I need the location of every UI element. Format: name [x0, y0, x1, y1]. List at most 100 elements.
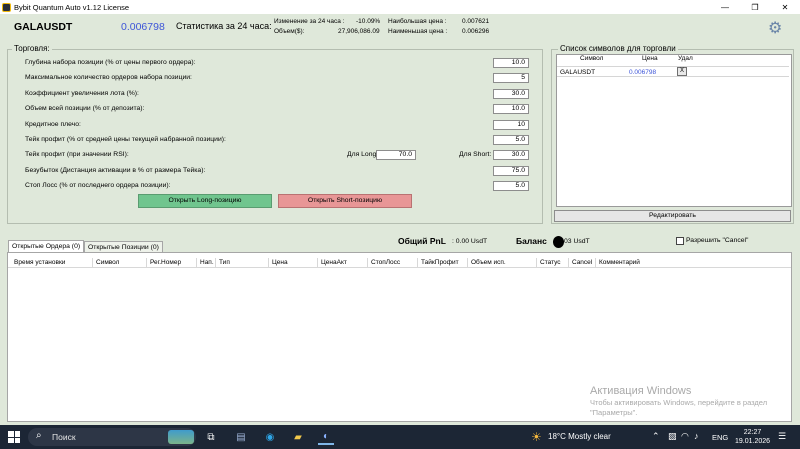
open-short-button[interactable]: Открыть Short-позицию [278, 194, 412, 208]
stop-loss-input[interactable]: 5.0 [493, 181, 529, 191]
col-stop-loss[interactable]: СтопЛосс [368, 258, 418, 268]
change-value: -10.09% [356, 18, 381, 25]
delete-symbol-button[interactable]: X [677, 67, 687, 76]
max-orders-input[interactable]: 5 [493, 73, 529, 83]
col-type[interactable]: Тип [216, 258, 269, 268]
clock-date: 19.01.2026 [735, 438, 771, 445]
rsi-short-label: Для Short: [459, 151, 492, 158]
param-label-volume: Объем всей позиции (% от депозита): [25, 105, 145, 112]
window-title: Bybit Quantum Auto v1.12 License [14, 2, 130, 12]
col-cancel[interactable]: Cancel [569, 258, 596, 268]
symbols-table-content: Символ Цена Удал GALAUSDT 0.006798 [556, 54, 792, 207]
temperature: 18°C [548, 432, 566, 441]
volume-value: 27,906,086.09 [338, 28, 380, 35]
tab-open-orders[interactable]: Открытые Ордера (0) [8, 240, 85, 252]
edit-button[interactable]: Редактировать [554, 210, 791, 222]
high-label: Наибольшая цена : [388, 18, 447, 25]
search-icon: ⌕ [36, 430, 42, 441]
param-label-lot-coef: Коэффициент увеличения лота (%): [25, 90, 139, 97]
volume-label: Объем($): [274, 28, 305, 35]
gear-icon[interactable]: ⚙ [768, 18, 782, 38]
pnl-label: Общий PnL [398, 236, 446, 246]
col-symbol[interactable]: Символ [93, 258, 147, 268]
symbols-title: Список символов для торговли [558, 44, 678, 53]
high-value: 0.007621 [462, 18, 490, 25]
depth-input[interactable]: 10.0 [493, 58, 529, 68]
balance-value: 03 UsdT [564, 238, 590, 245]
trading-title: Торговля: [12, 44, 52, 53]
allow-cancel-checkbox[interactable] [676, 237, 684, 245]
weather-condition: Mostly clear [568, 432, 611, 441]
windows-start-icon[interactable] [8, 431, 20, 443]
col-filled-volume[interactable]: Объем исп. [468, 258, 537, 268]
param-label-rsi: Тейк профит (при значении RSI): [25, 151, 129, 158]
rsi-long-input[interactable]: 70.0 [376, 150, 416, 160]
title-bar: Bybit Quantum Auto v1.12 License — ❐ ✕ [0, 0, 800, 14]
bybit-app-icon[interactable]: ◐ [318, 429, 334, 445]
open-long-button[interactable]: Открыть Long-позицию [138, 194, 272, 208]
taskbar-search[interactable]: ⌕ Поиск [28, 428, 196, 446]
col-price: Цена [642, 55, 658, 62]
param-label-take-profit: Тейк профит (% от средней цены текущей н… [25, 136, 226, 143]
breakeven-input[interactable]: 75.0 [493, 166, 529, 176]
col-time[interactable]: Время установки [11, 258, 93, 268]
take-profit-input[interactable]: 5.0 [493, 135, 529, 145]
change-label: Изменение за 24 часа : [274, 18, 345, 25]
row-symbol: GALAUSDT [560, 69, 596, 76]
col-direction[interactable]: Нап. [197, 258, 216, 268]
col-trigger-price[interactable]: ЦенаАкт [318, 258, 368, 268]
redaction-blot [553, 236, 564, 248]
position-volume-input[interactable]: 10.0 [493, 104, 529, 114]
activation-watermark-title: Активация Windows [590, 385, 692, 397]
notification-icon[interactable]: ☰ [778, 431, 786, 442]
leverage-input[interactable]: 10 [493, 120, 529, 130]
param-label-breakeven: Безубыток (Дистанция активации в % от ра… [25, 167, 206, 174]
col-take-profit[interactable]: ТайкПрофит [418, 258, 468, 268]
search-highlight-image [168, 430, 194, 444]
col-comment[interactable]: Комментарий [596, 258, 791, 268]
close-icon[interactable]: ✕ [770, 0, 800, 14]
param-label-depth: Глубина набора позиции (% от цены первог… [25, 59, 196, 66]
pnl-value: : 0.00 UsdT [452, 238, 488, 245]
weather-icon[interactable]: ☀ [531, 430, 542, 444]
main-window: GALAUSDT 0.006798 Статистика за 24 часа:… [0, 14, 800, 425]
app-icon-explorer[interactable]: ▤ [233, 429, 249, 445]
rsi-long-label: Для Long: [347, 151, 379, 158]
orders-header: Время установки Символ Рег.Номер Нап. Ти… [8, 258, 791, 268]
weather-text[interactable]: 18°C Mostly clear [548, 432, 611, 441]
col-status[interactable]: Статус [537, 258, 569, 268]
low-value: 0.006296 [462, 28, 490, 35]
low-label: Наименьшая цена : [388, 28, 448, 35]
rsi-short-input[interactable]: 30.0 [493, 150, 529, 160]
param-label-stop-loss: Стоп Лосс (% от последнего ордера позици… [25, 182, 171, 189]
minimize-icon[interactable]: — [710, 0, 740, 14]
taskbar: ⌕ Поиск ⧉ ▤ ◉ ▰ ◐ ☀ 18°C Mostly clear ⌃ … [0, 425, 800, 449]
language-indicator[interactable]: ENG [712, 433, 728, 442]
restore-icon[interactable]: ❐ [740, 0, 770, 14]
volume-icon[interactable]: ♪ [694, 431, 699, 441]
file-explorer-icon[interactable]: ▰ [290, 429, 306, 445]
task-view-icon[interactable]: ⧉ [203, 429, 219, 445]
clock[interactable]: 22:27 19.01.2026 [735, 428, 770, 446]
symbol-name: GALAUSDT [14, 21, 73, 33]
balance-label: Баланс [516, 236, 547, 246]
allow-cancel-label: Разрешить "Cancel" [686, 237, 749, 244]
wifi-icon[interactable]: ◠ [681, 431, 689, 442]
col-delete: Удал [678, 55, 693, 62]
edge-icon[interactable]: ◉ [262, 429, 278, 445]
col-reg-number[interactable]: Рег.Номер [147, 258, 197, 268]
chevron-up-icon[interactable]: ⌃ [652, 431, 660, 442]
app-icon [2, 2, 11, 12]
symbol-price: 0.006798 [121, 21, 165, 33]
lot-coef-input[interactable]: 30.0 [493, 89, 529, 99]
stats-label: Статистика за 24 часа: [176, 21, 272, 31]
clock-time: 22:27 [743, 429, 762, 436]
window-controls: — ❐ ✕ [710, 0, 800, 14]
network-icon[interactable]: ▧ [668, 431, 677, 442]
tab-open-positions[interactable]: Открытые Позиции (0) [84, 241, 163, 252]
col-symbol: Символ [580, 55, 604, 62]
param-label-max-orders: Максимальное количество ордеров набора п… [25, 74, 192, 81]
row-price: 0.006798 [629, 69, 657, 76]
param-label-leverage: Кредитное плечо: [25, 121, 81, 128]
col-price[interactable]: Цена [269, 258, 318, 268]
